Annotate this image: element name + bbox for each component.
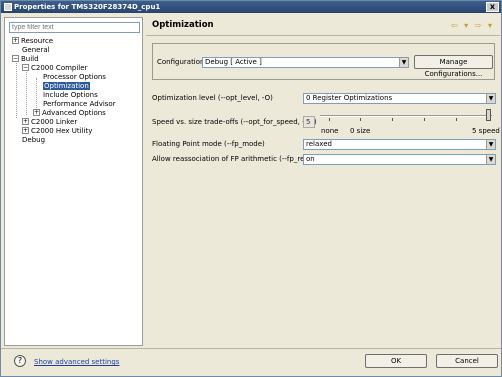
configuration-select[interactable]: Debug [ Active ] ▼ — [202, 57, 409, 68]
property-tree-pane: +Resource General −Build −C2000 Compiler… — [4, 17, 143, 346]
settings-pane: Optimization ⇦ ▾ ⇨ ▾ Configuration: Debu… — [146, 17, 500, 346]
fp-reassoc-select[interactable]: on ▼ — [303, 154, 496, 165]
title-bar: Properties for TMS320F28374D_cpu1 x — [1, 1, 501, 13]
chevron-down-icon[interactable]: ▼ — [486, 94, 495, 103]
slider-tick — [360, 118, 361, 121]
tree-item-c2000-linker[interactable]: + C2000 Linker — [22, 118, 77, 127]
tree-item-processor-options[interactable]: Processor Options — [43, 73, 106, 82]
window-title: Properties for TMS320F28374D_cpu1 — [14, 3, 161, 11]
filter-input[interactable] — [9, 22, 140, 33]
show-advanced-settings-link[interactable]: Show advanced settings — [34, 358, 119, 366]
expand-icon[interactable]: + — [12, 37, 19, 44]
tree-item-include-options[interactable]: Include Options — [43, 91, 98, 100]
tree-item-resource[interactable]: + Resource — [12, 37, 53, 46]
chevron-down-icon[interactable]: ▼ — [399, 58, 408, 67]
slider-label-speed: 5 speed — [472, 127, 500, 135]
tree-item-performance-advisor[interactable]: Performance Advisor — [43, 100, 116, 109]
help-icon[interactable]: ? — [14, 355, 26, 367]
ok-button[interactable]: OK — [365, 354, 427, 368]
tree-item-debug[interactable]: Debug — [22, 136, 45, 145]
history-nav-icon[interactable]: ⇦ ▾ ⇨ ▾ — [451, 21, 494, 30]
expand-icon[interactable]: + — [33, 109, 40, 116]
collapse-icon[interactable]: − — [12, 55, 19, 62]
opt-level-select[interactable]: 0 Register Optimizations ▼ — [303, 93, 496, 104]
opt-level-label: Optimization level (--opt_level, -O) — [152, 94, 273, 102]
close-button[interactable]: x — [486, 2, 499, 12]
tree-item-general[interactable]: General — [22, 46, 50, 55]
slider-label-size: 0 size — [350, 127, 371, 135]
dialog-footer: ? Show advanced settings OK Cancel — [1, 348, 501, 377]
speed-size-slider-thumb[interactable] — [486, 109, 491, 121]
slider-label-none: none — [321, 127, 339, 135]
expand-icon[interactable]: + — [22, 127, 29, 134]
fp-mode-label: Floating Point mode (--fp_mode) — [152, 140, 265, 148]
slider-tick — [329, 118, 330, 121]
fp-reassoc-label: Allow reassociation of FP arithmetic (--… — [152, 155, 327, 163]
chevron-down-icon[interactable]: ▼ — [486, 155, 495, 164]
tree-guide-line — [26, 69, 27, 115]
tree-guide-line — [16, 60, 17, 118]
page-title: Optimization — [152, 20, 214, 30]
slider-tick — [392, 118, 393, 121]
chevron-down-icon[interactable]: ▼ — [486, 140, 495, 149]
manage-configurations-button[interactable]: Manage Configurations... — [414, 55, 493, 78]
cancel-button[interactable]: Cancel — [436, 354, 498, 368]
divider — [146, 35, 500, 36]
speed-size-slider-track[interactable] — [320, 115, 492, 117]
app-icon — [4, 3, 12, 11]
speed-size-value-field: 5 — [303, 116, 315, 128]
configuration-label: Configuration: — [157, 58, 207, 66]
speed-size-label: Speed vs. size trade-offs (--opt_for_spe… — [152, 118, 317, 126]
properties-dialog: Properties for TMS320F28374D_cpu1 x +Res… — [0, 0, 502, 377]
tree-item-optimization[interactable]: Optimization — [43, 82, 90, 91]
tree-item-build[interactable]: − Build — [12, 55, 39, 64]
fp-mode-select[interactable]: relaxed ▼ — [303, 139, 496, 150]
expand-icon[interactable]: + — [22, 118, 29, 125]
configuration-group: Configuration: Debug [ Active ] ▼ Manage… — [152, 43, 495, 80]
slider-tick — [424, 118, 425, 121]
tree-item-c2000-hex-utility[interactable]: + C2000 Hex Utility — [22, 127, 92, 136]
collapse-icon[interactable]: − — [22, 64, 29, 71]
slider-tick — [456, 118, 457, 121]
tree-item-c2000-compiler[interactable]: − C2000 Compiler — [22, 64, 87, 73]
tree-item-advanced-options[interactable]: + Advanced Options — [33, 109, 106, 118]
